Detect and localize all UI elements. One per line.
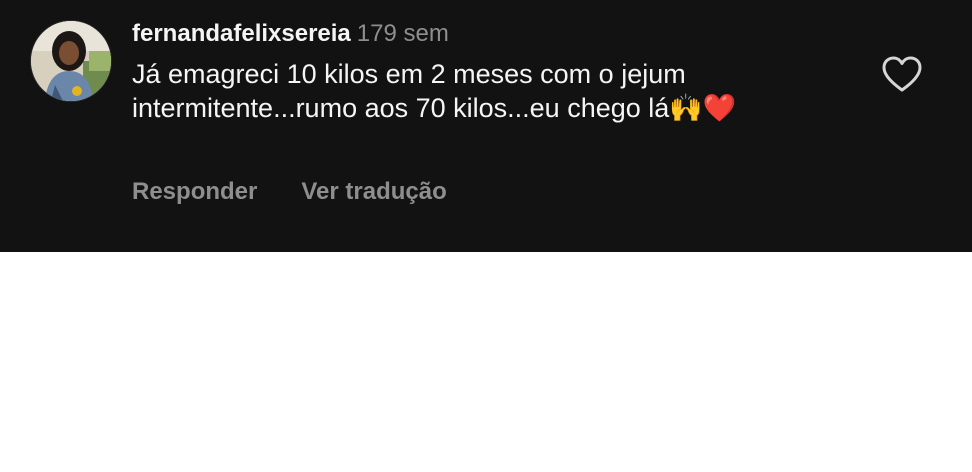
username-link[interactable]: fernandafelixsereia <box>132 20 351 47</box>
heart-outline-icon <box>882 56 922 92</box>
profile-photo-icon <box>31 21 111 101</box>
comment-body: fernandafelixsereia 179 sem Já emagreci 1… <box>132 17 852 125</box>
comment-actions: Responder Ver tradução <box>132 178 447 206</box>
avatar[interactable] <box>30 20 112 102</box>
timestamp: 179 sem <box>356 20 449 47</box>
comment-header: fernandafelixsereia 179 sem <box>132 17 852 51</box>
reply-button[interactable]: Responder <box>132 178 257 205</box>
comment-text: Já emagreci 10 kilos em 2 meses com o je… <box>132 59 737 123</box>
see-translation-button[interactable]: Ver tradução <box>301 178 446 205</box>
comment-panel: fernandafelixsereia 179 sem Já emagreci 1… <box>0 0 972 252</box>
like-button[interactable] <box>880 54 924 94</box>
